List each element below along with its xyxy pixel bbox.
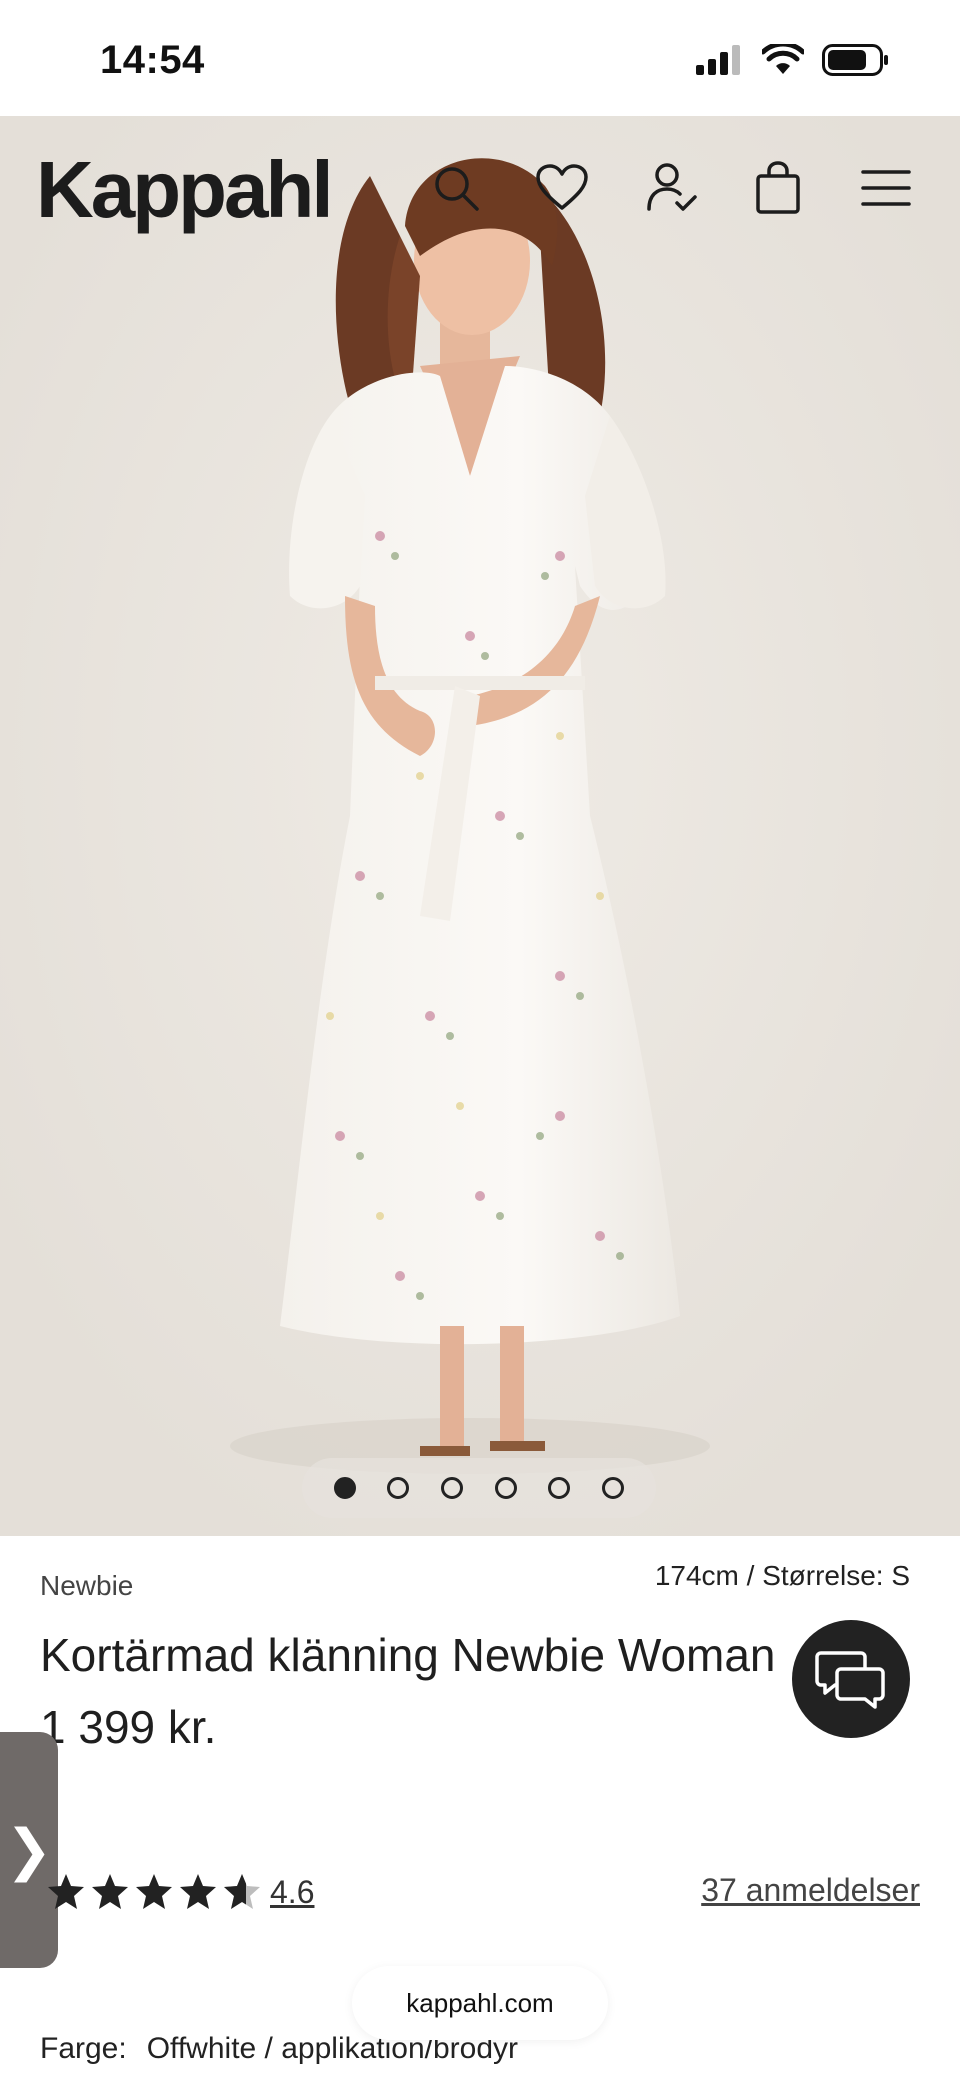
wifi-icon: [762, 44, 804, 74]
status-time: 14:54: [100, 38, 205, 82]
star-icon: [92, 1874, 128, 1909]
star-icon: [48, 1874, 84, 1909]
side-drawer-tab[interactable]: ❯: [0, 1732, 58, 1968]
account-icon[interactable]: [640, 156, 704, 220]
star-icon: [180, 1874, 216, 1909]
browser-url-bar[interactable]: kappahl.com: [352, 1966, 608, 2040]
carousel-dot[interactable]: [387, 1477, 410, 1499]
chat-bubbles-icon: [815, 1651, 885, 1709]
product-brand[interactable]: Newbie: [40, 1570, 133, 1602]
status-icons: [696, 44, 890, 76]
half-star-icon: [224, 1874, 260, 1909]
color-label: Farge:: [40, 2032, 127, 2065]
star-icon: [136, 1874, 172, 1909]
shopping-bag-icon[interactable]: [746, 156, 810, 220]
product-price: 1 399 kr.: [40, 1701, 217, 1753]
chat-button[interactable]: [792, 1620, 910, 1738]
search-icon[interactable]: [424, 156, 488, 220]
carousel-dot[interactable]: [602, 1477, 625, 1499]
reviews-link[interactable]: 37 anmeldelser: [701, 1872, 920, 1909]
carousel-dot[interactable]: [441, 1477, 464, 1499]
battery-icon: [822, 44, 888, 76]
heart-icon[interactable]: [530, 156, 594, 220]
carousel-pagination: [302, 1458, 656, 1518]
cellular-signal-icon: [696, 45, 740, 75]
model-size-info: 174cm / Størrelse: S: [654, 1560, 910, 1591]
carousel-dot[interactable]: [333, 1477, 356, 1499]
menu-icon[interactable]: [854, 156, 918, 220]
star-rating: [46, 1872, 262, 1912]
carousel-dot[interactable]: [548, 1477, 571, 1499]
status-bar: 14:54: [0, 0, 960, 116]
rating-value[interactable]: 4.6: [270, 1874, 314, 1911]
carousel-dot[interactable]: [494, 1477, 517, 1499]
product-image-carousel[interactable]: [0, 116, 960, 1536]
kappahl-logo[interactable]: Kappahl: [36, 144, 334, 236]
site-header: Kappahl: [0, 116, 960, 266]
product-title: Kortärmad klänning Newbie Woman: [40, 1629, 776, 1681]
product-photo: [0, 116, 960, 1536]
url-text: kappahl.com: [406, 1987, 554, 2018]
